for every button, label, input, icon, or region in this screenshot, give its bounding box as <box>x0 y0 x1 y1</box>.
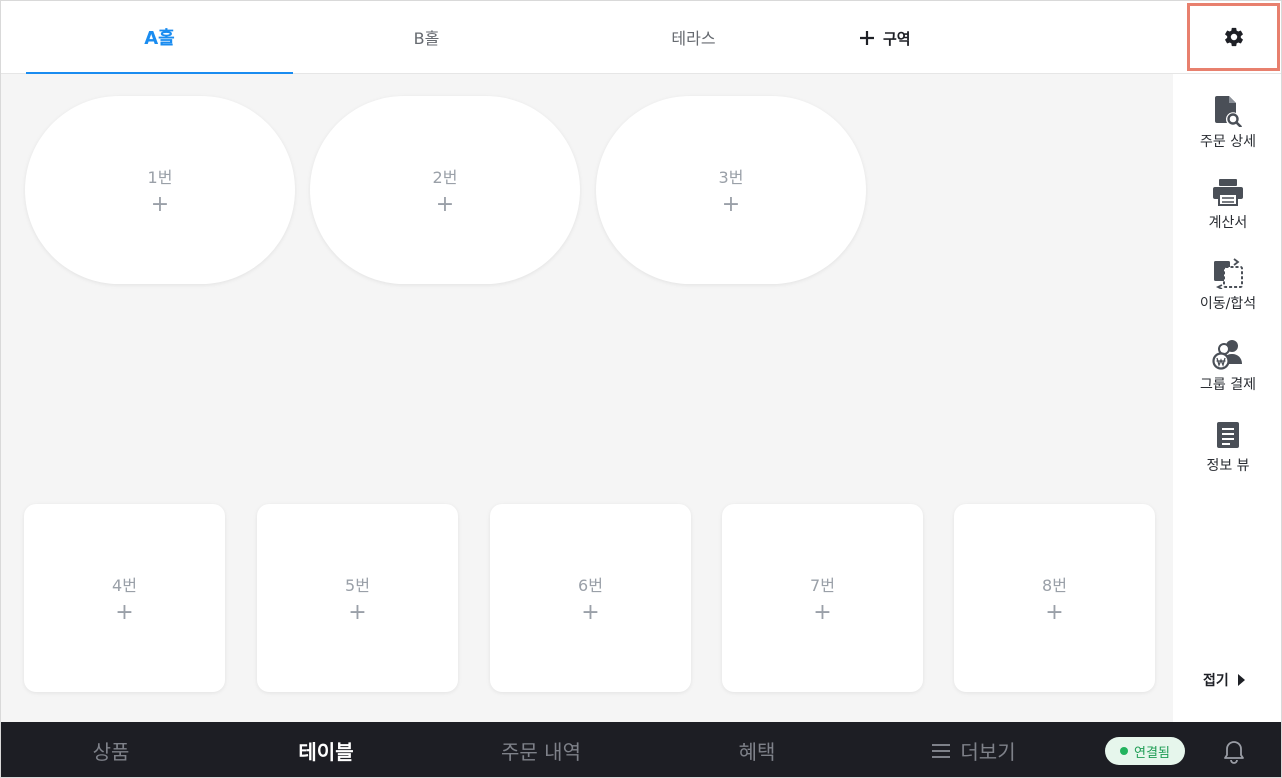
status-dot-icon <box>1120 747 1129 755</box>
table-5[interactable]: 5번 + <box>257 504 458 692</box>
table-name: 1번 <box>147 168 173 187</box>
settings-button[interactable] <box>1187 3 1280 71</box>
move-merge-icon <box>1211 256 1245 290</box>
collapse-panel-button[interactable]: 접기 <box>1203 668 1245 692</box>
side-item-label: 이동/합석 <box>1199 295 1257 312</box>
side-item-label: 계산서 <box>1208 214 1248 231</box>
side-action-panel: 주문 상세 계산서 이동/합석 그룹 결제 정보 뷰 접기 <box>1173 74 1281 722</box>
app-window: A홀 B홀 테라스 구역 1번 + 2번 + 3번 + 4번 + 5번 + 6번… <box>0 0 1282 778</box>
connection-status-label: 연결됨 <box>1134 745 1170 761</box>
info-document-icon <box>1211 418 1245 452</box>
nav-products[interactable]: 상품 <box>31 722 191 777</box>
order-detail-button[interactable]: 주문 상세 <box>1173 84 1281 160</box>
add-order-icon: + <box>1045 600 1064 625</box>
tab-zone-a[interactable]: A홀 <box>26 1 293 74</box>
info-view-button[interactable]: 정보 뷰 <box>1173 408 1281 484</box>
table-name: 3번 <box>718 168 744 187</box>
tab-zone-b[interactable]: B홀 <box>293 1 560 73</box>
add-order-icon: + <box>435 192 455 217</box>
table-2[interactable]: 2번 + <box>310 96 580 284</box>
add-order-icon: + <box>813 600 832 625</box>
side-item-label: 정보 뷰 <box>1206 457 1250 474</box>
collapse-label: 접기 <box>1203 673 1229 689</box>
zone-tab-bar: A홀 B홀 테라스 구역 <box>1 1 1281 74</box>
bottom-nav: 상품 테이블 주문 내역 혜택 더보기 연결됨 <box>1 722 1281 777</box>
order-detail-search-icon <box>1211 94 1245 128</box>
table-3[interactable]: 3번 + <box>596 96 866 284</box>
table-6[interactable]: 6번 + <box>490 504 691 692</box>
group-payment-icon <box>1211 337 1245 371</box>
tab-label: B홀 <box>413 29 440 48</box>
plus-icon <box>860 31 874 45</box>
gear-icon <box>1224 27 1243 47</box>
table-7[interactable]: 7번 + <box>722 504 923 692</box>
table-8[interactable]: 8번 + <box>954 504 1155 692</box>
side-item-label: 주문 상세 <box>1200 133 1256 150</box>
bell-icon <box>1224 741 1244 764</box>
add-order-icon: + <box>348 600 367 625</box>
table-name: 8번 <box>1042 576 1067 595</box>
add-order-icon: + <box>115 600 134 625</box>
caret-right-icon <box>1237 674 1245 686</box>
table-name: 2번 <box>432 168 458 187</box>
move-merge-button[interactable]: 이동/합석 <box>1173 246 1281 322</box>
connection-status-badge: 연결됨 <box>1105 737 1185 765</box>
table-name: 7번 <box>810 576 835 595</box>
nav-benefits[interactable]: 혜택 <box>677 722 837 777</box>
nav-label: 테이블 <box>298 740 354 764</box>
side-item-label: 그룹 결제 <box>1200 376 1256 393</box>
notification-button[interactable] <box>1219 737 1249 767</box>
nav-more[interactable]: 더보기 <box>894 722 1054 777</box>
nav-label: 혜택 <box>738 740 776 764</box>
add-zone-button[interactable]: 구역 <box>859 23 911 53</box>
menu-icon <box>932 743 951 759</box>
table-4[interactable]: 4번 + <box>24 504 225 692</box>
add-order-icon: + <box>721 192 741 217</box>
nav-order-history[interactable]: 주문 내역 <box>461 722 621 777</box>
nav-label: 더보기 <box>960 740 1016 764</box>
add-zone-label: 구역 <box>883 29 911 48</box>
table-1[interactable]: 1번 + <box>25 96 295 284</box>
tab-terrace[interactable]: 테라스 <box>560 1 827 73</box>
nav-label: 주문 내역 <box>501 740 581 764</box>
add-order-icon: + <box>150 192 170 217</box>
group-payment-button[interactable]: 그룹 결제 <box>1173 327 1281 403</box>
add-order-icon: + <box>581 600 600 625</box>
printer-icon <box>1211 175 1245 209</box>
tab-label: 테라스 <box>671 29 716 48</box>
active-tab-indicator <box>26 72 293 74</box>
table-name: 5번 <box>345 576 370 595</box>
nav-tables[interactable]: 테이블 <box>246 722 406 777</box>
nav-label: 상품 <box>92 740 130 764</box>
tab-label: A홀 <box>144 28 175 49</box>
table-name: 6번 <box>578 576 603 595</box>
table-name: 4번 <box>112 576 137 595</box>
bill-button[interactable]: 계산서 <box>1173 165 1281 241</box>
